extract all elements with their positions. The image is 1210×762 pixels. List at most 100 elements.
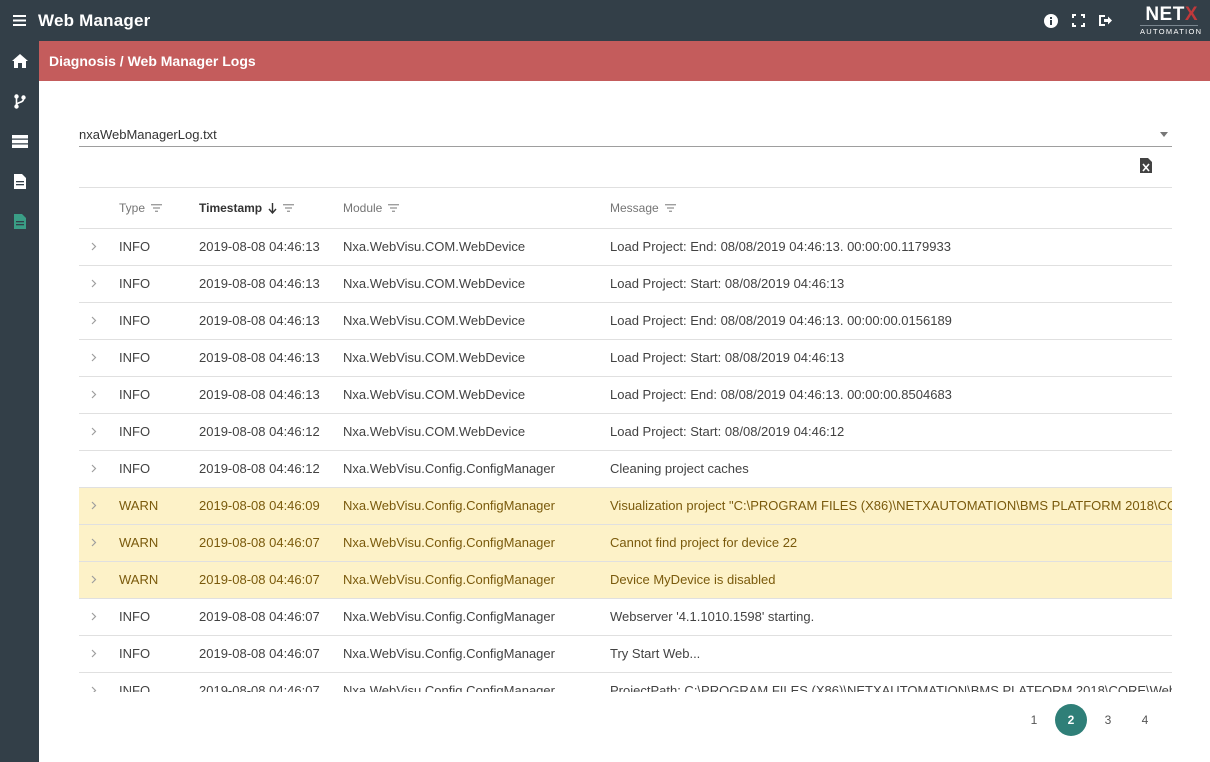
cell-timestamp: 2019-08-08 04:46:13: [199, 239, 320, 254]
table-row[interactable]: INFO 2019-08-08 04:46:13 Nxa.WebVisu.COM.W…: [79, 303, 1172, 340]
column-label-timestamp: Timestamp: [199, 201, 263, 215]
log-document-icon: [13, 213, 26, 229]
column-label-module: Module: [343, 201, 383, 215]
page-button-2[interactable]: 2: [1055, 704, 1087, 736]
logout-button[interactable]: [1098, 14, 1112, 28]
table-row[interactable]: INFO 2019-08-08 04:46:13 Nxa.WebVisu.COM.W…: [79, 377, 1172, 414]
sidebar-item-branches[interactable]: [0, 81, 39, 121]
table-row[interactable]: INFO 2019-08-08 04:46:13 Nxa.WebVisu.COM.W…: [79, 340, 1172, 377]
cell-message: Load Project: Start: 08/08/2019 04:46:13: [610, 276, 845, 291]
expand-row-button[interactable]: [91, 377, 105, 413]
cell-module: Nxa.WebVisu.COM.WebDevice: [343, 313, 526, 328]
page-button-4[interactable]: 4: [1129, 704, 1161, 736]
logo-net: NET: [1145, 4, 1185, 25]
expand-row-button[interactable]: [91, 266, 105, 302]
cell-module: Nxa.WebVisu.COM.WebDevice: [343, 350, 526, 365]
sidebar-item-logs[interactable]: [0, 201, 39, 241]
logo-x: X: [1184, 4, 1198, 25]
cell-type: INFO: [119, 461, 151, 476]
expand-row-button[interactable]: [91, 673, 105, 692]
cell-timestamp: 2019-08-08 04:46:13: [199, 313, 320, 328]
cell-message: Try Start Web...: [610, 646, 701, 661]
expand-row-button[interactable]: [91, 303, 105, 339]
table-row[interactable]: WARN 2019-08-08 04:46:07 Nxa.WebVisu.Confi…: [79, 562, 1172, 599]
chevron-right-icon: [91, 316, 97, 325]
cell-module: Nxa.WebVisu.Config.ConfigManager: [343, 646, 555, 661]
cell-module: Nxa.WebVisu.COM.WebDevice: [343, 276, 526, 291]
netx-automation-logo: NETX AUTOMATION: [1140, 4, 1201, 37]
page-button-1[interactable]: 1: [1018, 704, 1050, 736]
cell-timestamp: 2019-08-08 04:46:07: [199, 535, 320, 550]
cell-timestamp: 2019-08-08 04:46:13: [199, 276, 320, 291]
sidebar-item-servers[interactable]: [0, 121, 39, 161]
table-row[interactable]: WARN 2019-08-08 04:46:09 Nxa.WebVisu.Confi…: [79, 488, 1172, 525]
cell-message: Load Project: Start: 08/08/2019 04:46:13: [610, 350, 845, 365]
expand-row-button[interactable]: [91, 340, 105, 376]
chevron-right-icon: [91, 612, 97, 621]
export-excel-button[interactable]: [1140, 158, 1156, 176]
cell-type: WARN: [119, 498, 159, 513]
log-table: Type Timestamp Module Message INFO 2019-0…: [79, 187, 1172, 692]
cell-message: Load Project: End: 08/08/2019 04:46:13. …: [610, 239, 951, 254]
cell-message: Device MyDevice is disabled: [610, 572, 776, 587]
sidebar-item-home[interactable]: [0, 41, 39, 81]
expand-row-button[interactable]: [91, 636, 105, 672]
page-button-3[interactable]: 3: [1092, 704, 1124, 736]
table-row[interactable]: INFO 2019-08-08 04:46:07 Nxa.WebVisu.Confi…: [79, 599, 1172, 636]
filter-icon: [664, 204, 676, 212]
log-file-select[interactable]: nxaWebManagerLog.txt: [79, 122, 1172, 147]
cell-timestamp: 2019-08-08 04:46:13: [199, 387, 320, 402]
column-header-module[interactable]: Module: [343, 201, 400, 215]
expand-row-button[interactable]: [91, 488, 105, 524]
cell-type: INFO: [119, 424, 151, 439]
filter-icon: [283, 204, 295, 212]
chevron-right-icon: [91, 390, 97, 399]
cell-timestamp: 2019-08-08 04:46:13: [199, 350, 320, 365]
column-header-timestamp[interactable]: Timestamp: [199, 201, 295, 215]
app-title: Web Manager: [38, 10, 151, 30]
cell-type: INFO: [119, 683, 151, 692]
column-header-type[interactable]: Type: [119, 201, 163, 215]
chevron-right-icon: [91, 464, 97, 473]
chevron-right-icon: [91, 427, 97, 436]
cell-module: Nxa.WebVisu.COM.WebDevice: [343, 239, 526, 254]
document-icon: [13, 173, 26, 189]
cell-timestamp: 2019-08-08 04:46:07: [199, 572, 320, 587]
filter-icon: [151, 204, 163, 212]
sidebar-item-documents[interactable]: [0, 161, 39, 201]
chevron-right-icon: [91, 353, 97, 362]
table-row[interactable]: INFO 2019-08-08 04:46:13 Nxa.WebVisu.COM.W…: [79, 266, 1172, 303]
info-button[interactable]: [1044, 13, 1058, 28]
cell-type: INFO: [119, 313, 151, 328]
cell-module: Nxa.WebVisu.Config.ConfigManager: [343, 498, 555, 513]
column-label-message: Message: [610, 201, 659, 215]
cell-type: INFO: [119, 646, 151, 661]
cell-type: INFO: [119, 387, 151, 402]
cell-module: Nxa.WebVisu.Config.ConfigManager: [343, 535, 555, 550]
fullscreen-button[interactable]: [1071, 14, 1085, 28]
column-header-message[interactable]: Message: [610, 201, 676, 215]
chevron-right-icon: [91, 279, 97, 288]
logout-icon: [1099, 15, 1112, 26]
sort-down-icon: [268, 202, 277, 214]
expand-row-button[interactable]: [91, 599, 105, 635]
expand-row-button[interactable]: [91, 525, 105, 561]
table-row[interactable]: WARN 2019-08-08 04:46:07 Nxa.WebVisu.Confi…: [79, 525, 1172, 562]
table-row[interactable]: INFO 2019-08-08 04:46:07 Nxa.WebVisu.Confi…: [79, 636, 1172, 673]
table-row[interactable]: INFO 2019-08-08 04:46:07 Nxa.WebVisu.Confi…: [79, 673, 1172, 692]
hamburger-menu-button[interactable]: [0, 0, 38, 41]
expand-row-button[interactable]: [91, 229, 105, 265]
expand-row-button[interactable]: [91, 414, 105, 450]
chevron-right-icon: [91, 649, 97, 658]
cell-type: INFO: [119, 276, 151, 291]
cell-timestamp: 2019-08-08 04:46:09: [199, 498, 320, 513]
cell-message: Cannot find project for device 22: [610, 535, 798, 550]
table-row[interactable]: INFO 2019-08-08 04:46:13 Nxa.WebVisu.COM.W…: [79, 229, 1172, 266]
table-row[interactable]: INFO 2019-08-08 04:46:12 Nxa.WebVisu.COM.W…: [79, 414, 1172, 451]
branch-icon: [13, 93, 26, 109]
expand-row-button[interactable]: [91, 451, 105, 487]
cell-type: WARN: [119, 535, 159, 550]
table-row[interactable]: INFO 2019-08-08 04:46:12 Nxa.WebVisu.Confi…: [79, 451, 1172, 488]
expand-row-button[interactable]: [91, 562, 105, 598]
log-file-select-value: nxaWebManagerLog.txt: [79, 127, 217, 142]
